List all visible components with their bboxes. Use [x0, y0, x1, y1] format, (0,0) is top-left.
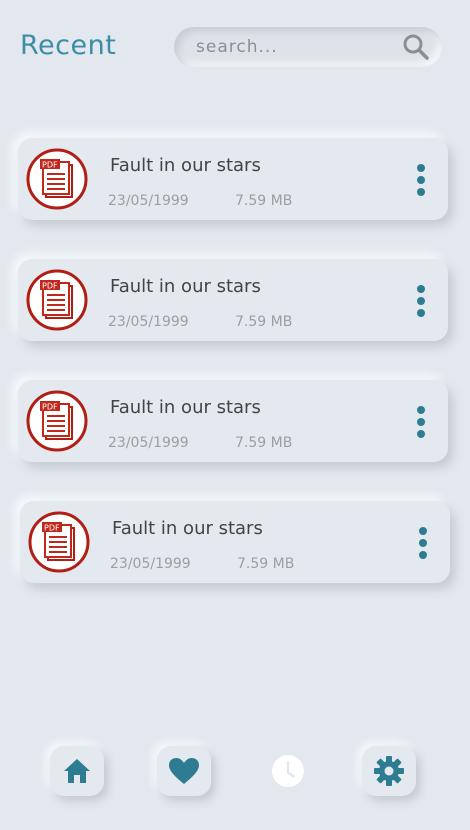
- more-options-icon[interactable]: [414, 285, 428, 319]
- file-date: 23/05/1999: [108, 193, 189, 209]
- heart-icon: [169, 758, 199, 784]
- file-date: 23/05/1999: [108, 435, 189, 451]
- file-name: Fault in our stars: [110, 155, 261, 176]
- search-input[interactable]: [196, 27, 386, 67]
- file-date: 23/05/1999: [110, 556, 191, 572]
- more-options-icon[interactable]: [416, 527, 430, 561]
- file-card[interactable]: PDF Fault in our stars 23/05/1999 7.59 M…: [18, 138, 448, 220]
- pdf-file-icon: PDF: [26, 269, 88, 331]
- svg-text:PDF: PDF: [42, 161, 58, 170]
- file-size: 7.59 MB: [235, 193, 293, 209]
- file-name: Fault in our stars: [110, 276, 261, 297]
- file-size: 7.59 MB: [235, 435, 293, 451]
- search-icon[interactable]: [402, 33, 430, 61]
- more-options-icon[interactable]: [414, 164, 428, 198]
- file-date: 23/05/1999: [108, 314, 189, 330]
- file-name: Fault in our stars: [112, 518, 263, 539]
- pdf-file-icon: PDF: [26, 390, 88, 452]
- nav-settings-button[interactable]: [362, 746, 416, 796]
- file-size: 7.59 MB: [237, 556, 295, 572]
- nav-home-button[interactable]: [50, 746, 104, 796]
- file-name: Fault in our stars: [110, 397, 261, 418]
- svg-text:PDF: PDF: [42, 403, 58, 412]
- pdf-file-icon: PDF: [28, 511, 90, 573]
- file-card[interactable]: PDF Fault in our stars 23/05/1999 7.59 M…: [20, 501, 450, 583]
- gear-icon: [374, 756, 404, 786]
- pdf-file-icon: PDF: [26, 148, 88, 210]
- nav-recent-button[interactable]: [261, 746, 315, 796]
- file-card[interactable]: PDF Fault in our stars 23/05/1999 7.59 M…: [18, 380, 448, 462]
- search-bar[interactable]: [174, 27, 442, 67]
- file-card[interactable]: PDF Fault in our stars 23/05/1999 7.59 M…: [18, 259, 448, 341]
- home-icon: [64, 759, 90, 783]
- page-title: Recent: [20, 30, 117, 61]
- clock-icon: [272, 755, 304, 787]
- svg-text:PDF: PDF: [44, 524, 60, 533]
- file-size: 7.59 MB: [235, 314, 293, 330]
- nav-favorites-button[interactable]: [157, 746, 211, 796]
- more-options-icon[interactable]: [414, 406, 428, 440]
- svg-text:PDF: PDF: [42, 282, 58, 291]
